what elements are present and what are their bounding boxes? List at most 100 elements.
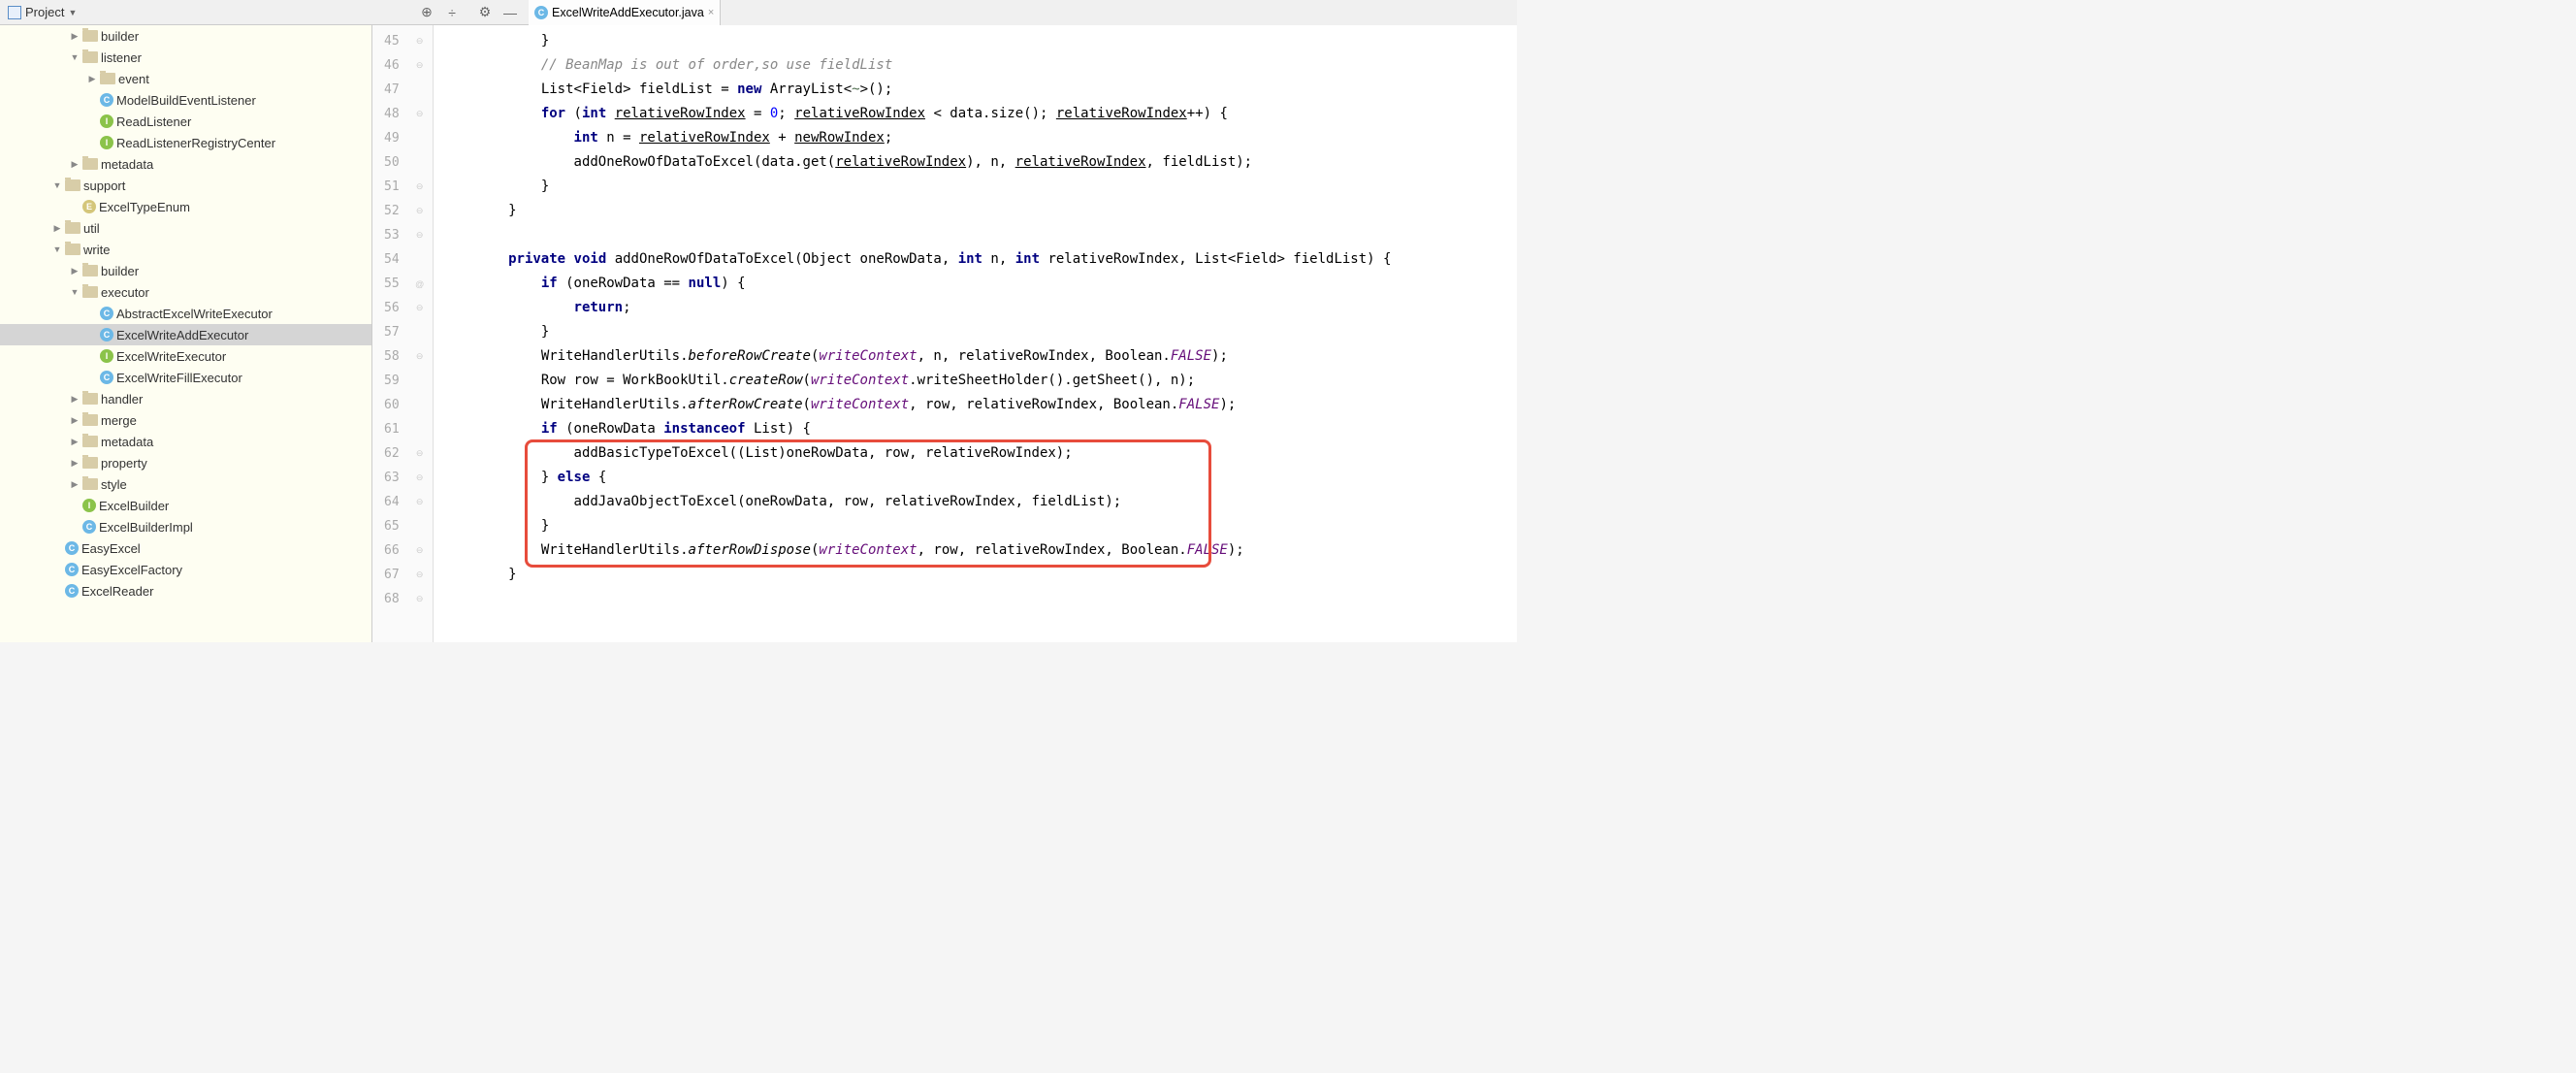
- tree-node-easyexcelfactory[interactable]: CEasyExcelFactory: [0, 559, 371, 580]
- editor-tab[interactable]: C ExcelWriteAddExecutor.java ×: [529, 0, 721, 25]
- tree-item-label: builder: [101, 29, 139, 44]
- tree-arrow-icon[interactable]: [70, 394, 80, 405]
- tree-node-executor[interactable]: executor: [0, 281, 371, 303]
- project-tree[interactable]: builder listener eventCModelBuildEventList…: [0, 25, 372, 642]
- tree-arrow-icon[interactable]: [52, 223, 62, 234]
- tree-item-label: ExcelWriteAddExecutor: [116, 328, 248, 342]
- tree-arrow-icon[interactable]: [70, 415, 80, 426]
- tree-arrow-icon[interactable]: [52, 244, 62, 254]
- tree-item-label: merge: [101, 413, 137, 428]
- line-number: 47: [384, 78, 400, 102]
- class-c-icon: C: [100, 93, 113, 107]
- tree-node-builder[interactable]: builder: [0, 25, 371, 47]
- line-number: 55: [384, 272, 400, 296]
- tree-node-abstractexcelwriteexecutor[interactable]: CAbstractExcelWriteExecutor: [0, 303, 371, 324]
- tree-node-exceltypeenum[interactable]: EExcelTypeEnum: [0, 196, 371, 217]
- tree-node-excelreader[interactable]: CExcelReader: [0, 580, 371, 602]
- class-i-icon: I: [100, 136, 113, 149]
- tree-node-listener[interactable]: listener: [0, 47, 371, 68]
- tree-item-label: write: [83, 243, 110, 257]
- folder-icon: [65, 244, 80, 255]
- tree-arrow-icon[interactable]: [70, 52, 80, 62]
- tree-item-label: ExcelTypeEnum: [99, 200, 190, 214]
- tree-arrow-icon[interactable]: [70, 479, 80, 490]
- line-number: 48: [384, 102, 400, 126]
- tree-node-write[interactable]: write: [0, 239, 371, 260]
- tree-item-label: EasyExcelFactory: [81, 563, 182, 577]
- gutter-mark: [407, 150, 433, 175]
- tree-arrow-icon[interactable]: [52, 180, 62, 190]
- tree-item-label: ReadListener: [116, 114, 191, 129]
- project-view-selector[interactable]: Project ▼: [0, 5, 84, 19]
- java-class-icon: C: [534, 6, 548, 19]
- tree-node-modelbuildeventlistener[interactable]: CModelBuildEventListener: [0, 89, 371, 111]
- tree-node-readlistenerregistrycenter[interactable]: IReadListenerRegistryCenter: [0, 132, 371, 153]
- tree-node-merge[interactable]: merge: [0, 409, 371, 431]
- tree-item-label: executor: [101, 285, 149, 300]
- tree-node-excelwriteexecutor[interactable]: IExcelWriteExecutor: [0, 345, 371, 367]
- tree-item-label: ExcelBuilderImpl: [99, 520, 193, 535]
- class-c-icon: C: [65, 563, 79, 576]
- tree-node-metadata[interactable]: metadata: [0, 431, 371, 452]
- tree-arrow-icon[interactable]: [70, 266, 80, 276]
- tree-arrow-icon[interactable]: [70, 287, 80, 297]
- line-number: 57: [384, 320, 400, 344]
- tree-node-metadata[interactable]: metadata: [0, 153, 371, 175]
- gutter-mark: ⊖: [407, 466, 433, 490]
- class-c-icon: C: [82, 520, 96, 534]
- line-number: 50: [384, 150, 400, 175]
- tree-item-label: AbstractExcelWriteExecutor: [116, 307, 273, 321]
- tree-item-label: ReadListenerRegistryCenter: [116, 136, 275, 150]
- line-number: 58: [384, 344, 400, 369]
- tree-item-label: listener: [101, 50, 142, 65]
- tree-item-label: ExcelWriteExecutor: [116, 349, 226, 364]
- line-number: 61: [384, 417, 400, 441]
- gear-icon[interactable]: ⚙: [472, 2, 498, 23]
- gutter-mark: ⊖: [407, 490, 433, 514]
- tree-node-support[interactable]: support: [0, 175, 371, 196]
- folder-icon: [82, 436, 98, 447]
- tree-node-easyexcel[interactable]: CEasyExcel: [0, 537, 371, 559]
- code-editor[interactable]: 4546474849505152535455565758596061626364…: [372, 25, 1517, 642]
- tree-item-label: metadata: [101, 435, 153, 449]
- tree-node-util[interactable]: util: [0, 217, 371, 239]
- tree-arrow-icon[interactable]: [87, 74, 97, 84]
- tree-node-excelbuilder[interactable]: IExcelBuilder: [0, 495, 371, 516]
- tree-node-style[interactable]: style: [0, 473, 371, 495]
- tree-node-excelwritefillexecutor[interactable]: CExcelWriteFillExecutor: [0, 367, 371, 388]
- close-icon[interactable]: ×: [708, 7, 714, 18]
- tree-node-builder[interactable]: builder: [0, 260, 371, 281]
- gutter-mark: ⊖: [407, 175, 433, 199]
- tree-node-excelwriteaddexecutor[interactable]: CExcelWriteAddExecutor: [0, 324, 371, 345]
- tree-arrow-icon[interactable]: [70, 31, 80, 42]
- line-number: 56: [384, 296, 400, 320]
- tree-node-event[interactable]: event: [0, 68, 371, 89]
- folder-icon: [82, 478, 98, 490]
- class-c-icon: C: [100, 328, 113, 341]
- collapse-icon[interactable]: ÷: [439, 2, 465, 23]
- tree-node-property[interactable]: property: [0, 452, 371, 473]
- line-number: 65: [384, 514, 400, 538]
- gutter-mark: ⊖: [407, 441, 433, 466]
- line-number: 62: [384, 441, 400, 466]
- line-number: 54: [384, 247, 400, 272]
- minimize-icon[interactable]: —: [498, 2, 523, 23]
- tree-item-label: style: [101, 477, 127, 492]
- gutter-mark: ⊖: [407, 563, 433, 587]
- gutter-mark: ⊖: [407, 344, 433, 369]
- tree-node-excelbuilderimpl[interactable]: CExcelBuilderImpl: [0, 516, 371, 537]
- line-number: 46: [384, 53, 400, 78]
- chevron-down-icon: ▼: [68, 8, 77, 17]
- line-number: 68: [384, 587, 400, 611]
- target-icon[interactable]: ⊕: [414, 2, 439, 23]
- class-c-icon: C: [65, 584, 79, 598]
- folder-icon: [65, 179, 80, 191]
- tree-node-readlistener[interactable]: IReadListener: [0, 111, 371, 132]
- tree-arrow-icon[interactable]: [70, 437, 80, 447]
- class-c-icon: C: [65, 541, 79, 555]
- tree-arrow-icon[interactable]: [70, 159, 80, 170]
- gutter-mark: [407, 369, 433, 393]
- tree-arrow-icon[interactable]: [70, 458, 80, 469]
- class-i-icon: I: [100, 349, 113, 363]
- tree-node-handler[interactable]: handler: [0, 388, 371, 409]
